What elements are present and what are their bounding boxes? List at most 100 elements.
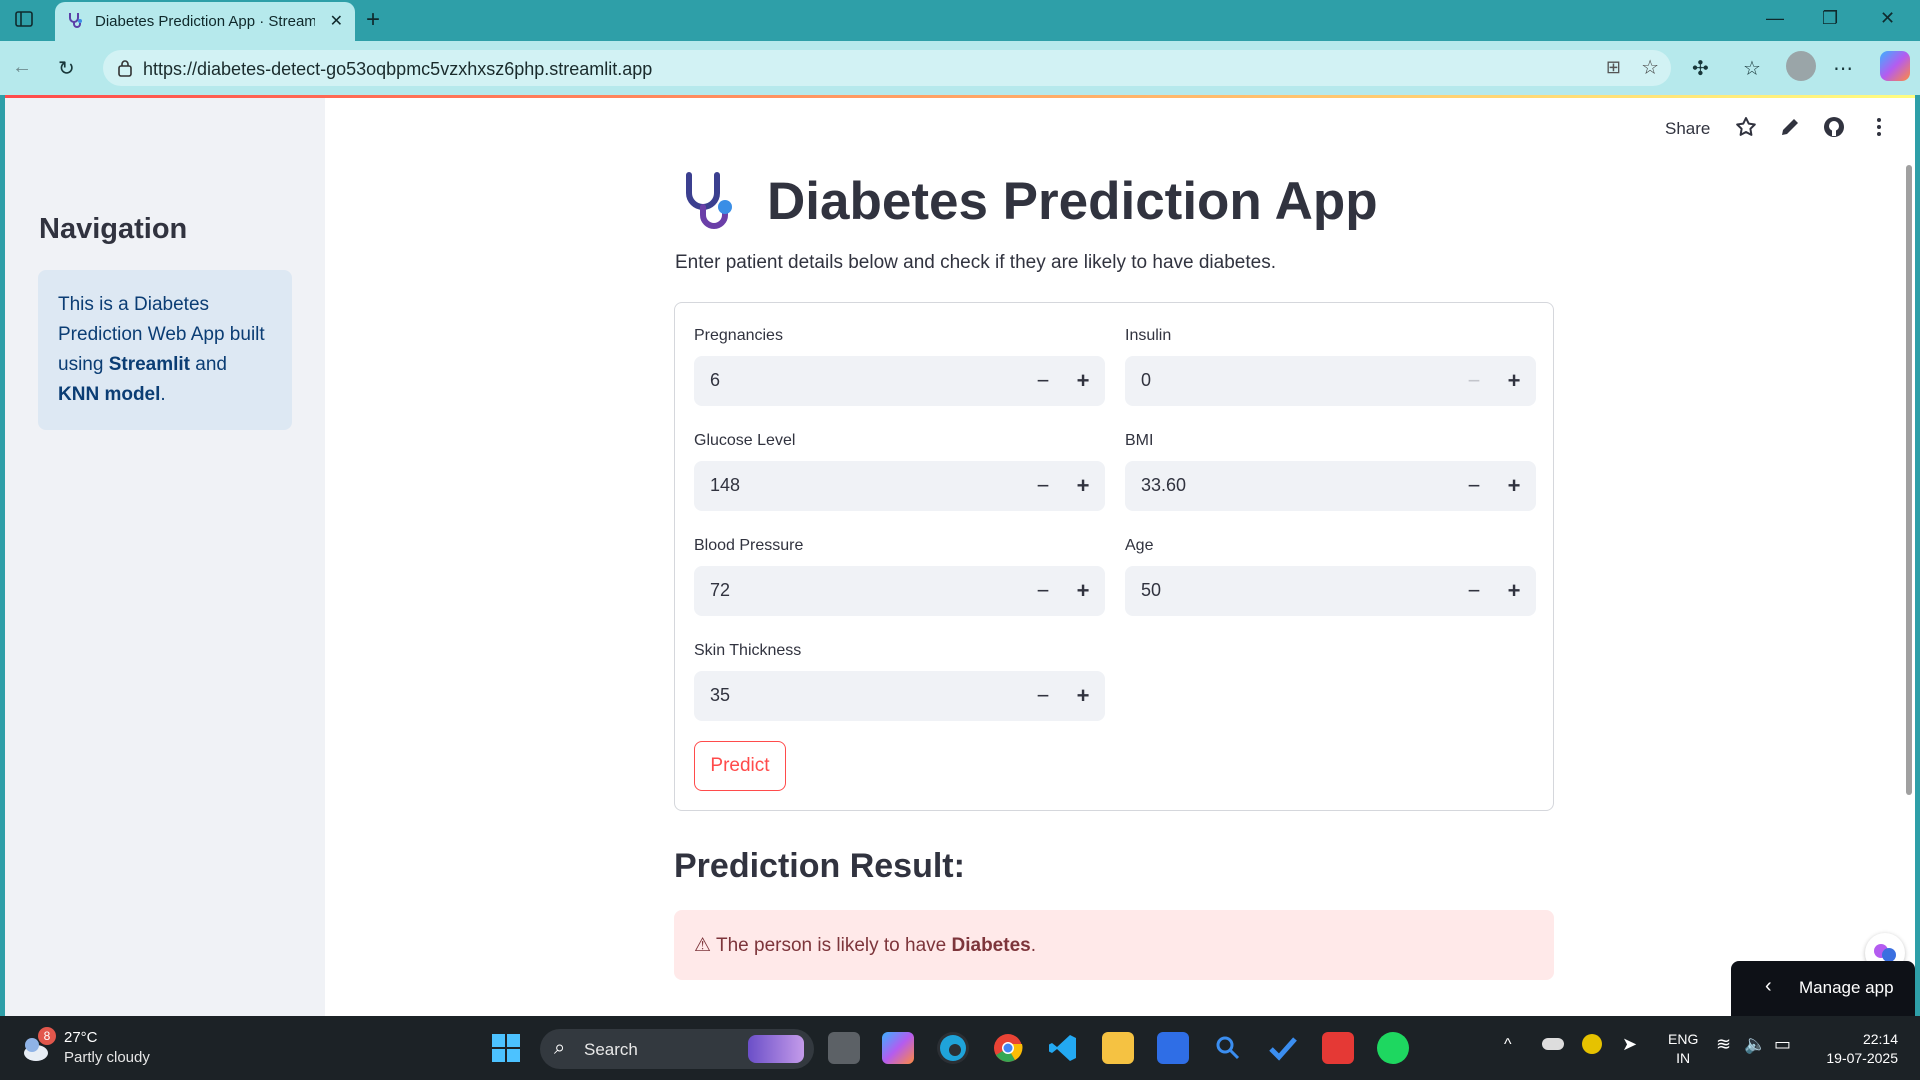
wifi-icon[interactable]: ≋ [1716,1034,1731,1055]
blood-pressure-input[interactable]: 72 − + [694,566,1105,616]
page-title-block: Diabetes Prediction App [681,165,1381,245]
windows-start-icon[interactable] [490,1032,522,1064]
url-text: https://diabetes-detect-go53oqbpmc5vzxhx… [143,59,653,79]
back-icon[interactable]: ← [12,56,32,79]
page-scrollbar[interactable] [1906,165,1912,795]
input-value[interactable]: 6 [710,370,720,391]
pregnancies-input[interactable]: 6 − + [694,356,1105,406]
manage-app-button[interactable]: ‹ Manage app [1731,961,1915,1016]
chrome-icon[interactable] [992,1032,1024,1064]
decrement-button[interactable]: − [1460,364,1488,398]
spotify-icon[interactable] [1377,1032,1409,1064]
weather-widget[interactable]: 8 27°C Partly cloudy [22,1027,182,1071]
profile-avatar[interactable] [1786,51,1816,81]
language-indicator[interactable]: ENG IN [1668,1030,1698,1068]
decrement-button[interactable]: − [1029,679,1057,713]
increment-button[interactable]: + [1069,679,1097,713]
result-text-part: . [1030,935,1036,956]
vscode-icon[interactable] [1047,1032,1079,1064]
increment-button[interactable]: + [1500,469,1528,503]
task-view-icon[interactable] [828,1032,860,1064]
result-alert: ⚠ The person is likely to have Diabetes. [674,910,1554,980]
lang-code: ENG [1668,1031,1699,1047]
input-value[interactable]: 33.60 [1141,475,1186,496]
copilot-icon[interactable] [1880,51,1910,81]
location-icon[interactable]: ➤ [1622,1034,1637,1055]
edit-pencil-icon[interactable] [1778,115,1804,141]
info-text: . [160,384,166,405]
site-info-icon[interactable] [117,59,133,82]
address-bar[interactable]: https://diabetes-detect-go53oqbpmc5vzxhx… [103,50,1671,86]
page-subtitle: Enter patient details below and check if… [675,252,1276,273]
predict-button[interactable]: Predict [694,741,786,791]
decrement-button[interactable]: − [1029,469,1057,503]
github-icon[interactable] [1822,115,1848,141]
input-value[interactable]: 72 [710,580,730,601]
field-label: Insulin [1125,327,1172,344]
lang-region: IN [1676,1050,1691,1066]
decrement-button[interactable]: − [1460,469,1488,503]
age-input[interactable]: 50 − + [1125,566,1536,616]
search-highlight-icon [748,1035,804,1063]
taskbar-search[interactable]: ⌕ Search [540,1029,814,1069]
stethoscope-icon [67,11,87,31]
input-value[interactable]: 148 [710,475,740,496]
show-hidden-icons[interactable]: ^ [1504,1036,1512,1054]
insulin-input[interactable]: 0 − + [1125,356,1536,406]
increment-button[interactable]: + [1069,469,1097,503]
close-tab-icon[interactable]: ✕ [330,11,343,31]
bmi-input[interactable]: 33.60 − + [1125,461,1536,511]
wps-office-icon[interactable] [1322,1032,1354,1064]
favorites-icon[interactable]: ☆ [1743,56,1761,81]
volume-icon[interactable]: 🔈 [1744,1034,1766,1055]
increment-button[interactable]: + [1069,574,1097,608]
warning-icon: ⚠ [694,935,712,956]
decrement-button[interactable]: − [1460,574,1488,608]
close-window-icon[interactable]: ✕ [1880,8,1895,29]
restore-icon[interactable]: ❐ [1822,8,1838,29]
new-tab-icon[interactable]: + [366,6,380,34]
input-value[interactable]: 35 [710,685,730,706]
glucose-input[interactable]: 148 − + [694,461,1105,511]
minimize-icon[interactable]: — [1766,8,1784,29]
stethoscope-icon [681,171,743,233]
browser-titlebar: Diabetes Prediction App · Streamlit ✕ + … [0,0,1920,41]
todo-icon[interactable] [1267,1032,1299,1064]
prediction-form: Pregnancies 6 − + Insulin 0 − + Glucose … [674,302,1554,811]
browser-tab[interactable]: Diabetes Prediction App · Streamlit ✕ [55,2,355,41]
favorite-star-icon[interactable]: ☆ [1641,55,1659,80]
edge-browser-icon[interactable] [937,1032,969,1064]
app-available-icon[interactable]: ⊞ [1606,57,1621,78]
main-menu-icon[interactable] [1867,115,1893,141]
skin-thickness-input[interactable]: 35 − + [694,671,1105,721]
app-icon[interactable] [1157,1032,1189,1064]
field-label: Pregnancies [694,327,783,344]
battery-icon[interactable]: ▭ [1774,1034,1791,1055]
sidebar-info-box: This is a Diabetes Prediction Web App bu… [38,270,292,430]
sidebar-toggle-icon[interactable] [14,10,34,30]
refresh-icon[interactable]: ↻ [58,56,75,81]
clock[interactable]: 22:14 19-07-2025 [1818,1030,1898,1068]
more-options-icon[interactable]: ⋯ [1833,56,1853,81]
field-label: Glucose Level [694,432,796,449]
star-icon[interactable] [1734,115,1760,141]
decrement-button[interactable]: − [1029,364,1057,398]
input-value[interactable]: 50 [1141,580,1161,601]
increment-button[interactable]: + [1500,574,1528,608]
extensions-icon[interactable]: ✣ [1692,56,1709,81]
info-bold-knn: KNN model [58,384,161,405]
share-button[interactable]: Share [1665,119,1710,139]
copilot-app-icon[interactable] [882,1032,914,1064]
chevron-left-icon: ‹ [1765,975,1772,997]
weather-badge: 8 [38,1027,56,1045]
increment-button[interactable]: + [1500,364,1528,398]
file-explorer-icon[interactable] [1102,1032,1134,1064]
info-text: and [190,354,227,375]
decrement-button[interactable]: − [1029,574,1057,608]
magnifier-app-icon[interactable] [1212,1032,1244,1064]
page-content: Navigation This is a Diabetes Prediction… [5,95,1915,1016]
onedrive-icon[interactable] [1542,1038,1564,1050]
tray-app-icon[interactable] [1582,1034,1602,1054]
increment-button[interactable]: + [1069,364,1097,398]
input-value[interactable]: 0 [1141,370,1151,391]
